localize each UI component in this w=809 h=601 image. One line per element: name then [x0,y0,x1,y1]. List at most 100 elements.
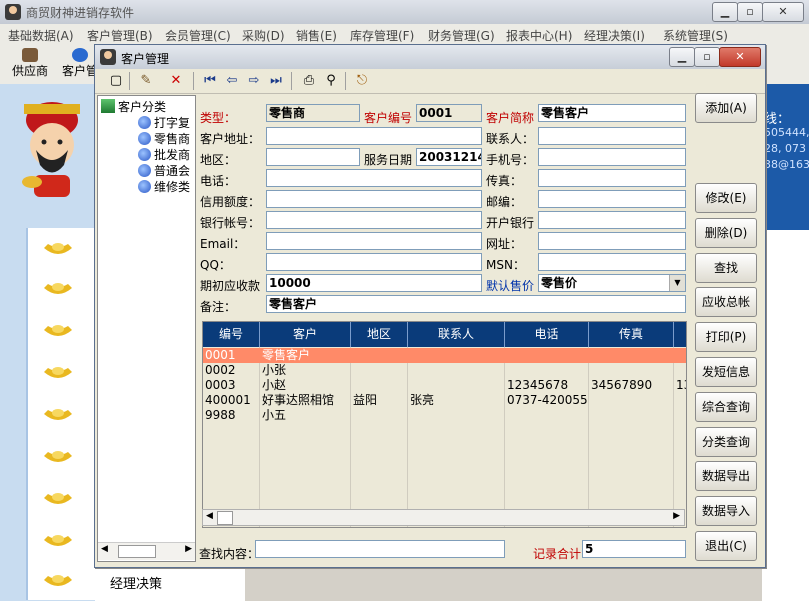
default-price-select[interactable]: 零售价 ▼ [538,274,686,292]
menu-reports[interactable]: 报表中心(H) [506,27,572,44]
table-cell[interactable]: 益阳 [351,393,407,408]
ingot-icon[interactable] [42,490,74,508]
contact-field[interactable] [538,127,686,145]
minimize-button[interactable]: ▁ [712,2,738,22]
website-field[interactable] [538,232,686,250]
column-header[interactable]: 地区 [351,322,408,347]
type-field[interactable]: 零售商 [266,104,360,122]
print-button[interactable]: 打印(P) [695,322,757,352]
print-icon[interactable]: ⎙ [300,72,318,90]
prev-icon[interactable]: ⇦ [223,72,241,90]
column-header[interactable]: 电话 [505,322,589,347]
fax-field[interactable] [538,169,686,187]
menu-customer[interactable]: 客户管理(B) [87,27,153,44]
dialog-close-button[interactable]: ✕ [719,47,761,67]
exit-icon[interactable]: ⎋ [353,72,371,90]
table-cell[interactable]: 400001 [203,393,259,408]
ingot-icon[interactable] [42,240,74,258]
tree-item[interactable]: 零售商 [138,130,190,147]
table-cell[interactable]: 13 [674,378,686,393]
receivable-field[interactable]: 10000 [266,274,482,292]
table-cell[interactable]: 好事达照相馆 [260,393,350,408]
menu-inventory[interactable]: 库存管理(F) [350,27,414,44]
tree-root[interactable]: 客户分类 [101,98,166,115]
column-header[interactable]: 编号 [203,322,260,347]
postcode-field[interactable] [538,190,686,208]
receivable-total-button[interactable]: 应收总帐 [695,287,757,317]
tree-scrollbar[interactable]: ◀ ▶ [98,542,195,560]
tree-item[interactable]: 批发商 [138,146,190,163]
customer-code-field[interactable]: 0001 [416,104,482,122]
mobile-field[interactable] [538,148,686,166]
table-cell[interactable]: 9988 [203,408,259,423]
scroll-left-icon[interactable]: ◀ [101,544,108,554]
dialog-maximize-button[interactable]: ▫ [694,47,720,67]
ingot-icon[interactable] [42,322,74,340]
bank-field[interactable] [538,211,686,229]
table-cell[interactable]: 张亮 [408,393,504,408]
last-icon[interactable]: ⏭ [267,72,285,90]
chevron-down-icon[interactable]: ▼ [669,275,685,291]
column-header[interactable]: 联系人 [408,322,505,347]
menu-purchase[interactable]: 采购(D) [242,27,285,44]
menu-manager[interactable]: 经理决策(I) [584,27,645,44]
import-button[interactable]: 数据导入 [695,496,757,526]
column-header[interactable]: 客户 [260,322,351,347]
menu-basic-data[interactable]: 基础数据(A) [8,27,74,44]
menu-finance[interactable]: 财务管理(G) [428,27,495,44]
ingot-icon[interactable] [42,406,74,424]
modify-button[interactable]: 修改(E) [695,183,757,213]
scroll-thumb[interactable] [118,545,156,558]
qq-field[interactable] [266,253,482,271]
service-date-field[interactable]: 20031214 [416,148,482,166]
menu-member[interactable]: 会员管理(C) [165,27,231,44]
short-name-field[interactable]: 零售客户 [538,104,686,122]
table-cell[interactable]: 0001 [203,348,259,363]
email-field[interactable] [266,232,482,250]
table-cell[interactable]: 零售客户 [260,348,350,363]
search-input[interactable] [255,540,505,558]
tree-item[interactable]: 普通会 [138,162,190,179]
scroll-right-icon[interactable]: ▶ [673,511,680,521]
menu-system[interactable]: 系统管理(S) [663,27,728,44]
ingot-icon[interactable] [42,572,74,590]
new-icon[interactable]: ▢ [107,72,125,90]
supplier-button[interactable]: 供应商 [10,48,50,79]
close-button[interactable]: ✕ [762,2,804,22]
table-cell[interactable]: 小五 [260,408,350,423]
first-icon[interactable]: ⏮ [201,72,219,90]
edit-icon[interactable]: ✎ [137,72,155,90]
send-sms-button[interactable]: 发短信息 [695,357,757,387]
scroll-thumb[interactable] [217,511,233,525]
table-cell[interactable]: 小张 [260,363,350,378]
scroll-left-icon[interactable]: ◀ [206,511,213,521]
table-cell[interactable]: 0003 [203,378,259,393]
dialog-minimize-button[interactable]: ▁ [669,47,695,67]
bottom-nav-item[interactable]: 经理决策 [95,568,245,601]
export-button[interactable]: 数据导出 [695,461,757,491]
table-cell[interactable]: 12345678 [505,378,588,393]
ingot-icon[interactable] [42,532,74,550]
remark-field[interactable]: 零售客户 [266,295,686,313]
ingot-icon[interactable] [42,448,74,466]
table-cell[interactable]: 34567890 [589,378,673,393]
scroll-right-icon[interactable]: ▶ [185,544,192,554]
menu-sales[interactable]: 销售(E) [296,27,337,44]
table-cell[interactable]: 0002 [203,363,259,378]
find-icon[interactable]: ⚲ [322,72,340,90]
add-button[interactable]: 添加(A) [695,93,757,123]
exit-button[interactable]: 退出(C) [695,531,757,561]
combined-query-button[interactable]: 综合查询 [695,392,757,422]
delete-button[interactable]: 删除(D) [695,218,757,248]
next-icon[interactable]: ⇨ [245,72,263,90]
ingot-icon[interactable] [42,280,74,298]
ingot-icon[interactable] [42,364,74,382]
tree-item[interactable]: 打字复 [138,114,190,131]
delete-icon[interactable]: ✕ [167,72,185,90]
table-cell[interactable]: 0737-4200552 [505,393,588,408]
table-cell[interactable]: 小赵 [260,378,350,393]
address-field[interactable] [266,127,482,145]
column-header[interactable]: 传真 [589,322,674,347]
tree-item[interactable]: 维修类 [138,178,190,195]
bank-account-field[interactable] [266,211,482,229]
